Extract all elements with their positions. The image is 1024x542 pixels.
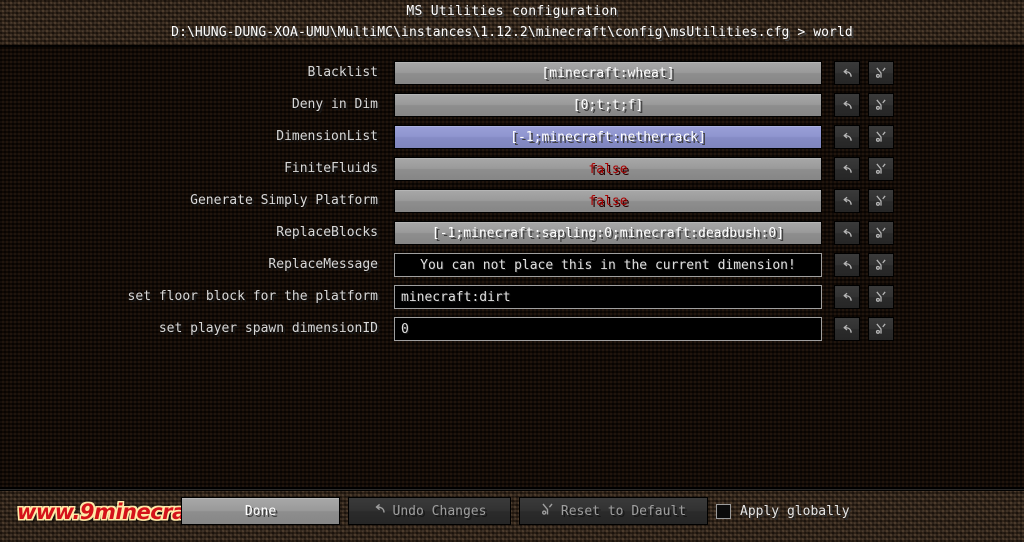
row-reset-button[interactable] xyxy=(868,317,894,341)
done-button-label: Done xyxy=(244,503,277,519)
config-entry-value-text: 0 xyxy=(401,321,409,337)
reset-default-icon xyxy=(541,503,554,520)
config-entry-value-button[interactable]: [0;t;t;f] xyxy=(394,93,822,117)
row-undo-button[interactable] xyxy=(834,93,860,117)
config-entry-value-text: minecraft:dirt xyxy=(401,289,511,305)
config-entry-row: set floor block for the platform minecraf… xyxy=(0,285,1024,309)
config-entry-label: set floor block for the platform xyxy=(127,289,378,304)
undo-arrow-icon xyxy=(841,164,853,175)
config-entry-row: Generate Simply Platform false xyxy=(0,189,1024,213)
config-entry-value-text: [minecraft:wheat] xyxy=(541,65,675,81)
undo-arrow-icon xyxy=(841,100,853,111)
config-entry-value-text: false xyxy=(588,193,628,209)
config-entry-row: ReplaceMessage You can not place this in … xyxy=(0,253,1024,277)
config-entry-value-button[interactable]: [minecraft:wheat] xyxy=(394,61,822,85)
row-undo-button[interactable] xyxy=(834,221,860,245)
config-entry-value-button[interactable]: false xyxy=(394,157,822,181)
undo-changes-label: Undo Changes xyxy=(392,503,487,519)
minecraft-config-screen: MS Utilities configuration D:\HUNG-DUNG-… xyxy=(0,0,1024,542)
row-reset-button[interactable] xyxy=(868,93,894,117)
reset-default-icon xyxy=(875,227,887,239)
config-entry-row: DimensionList [-1;minecraft:netherrack] xyxy=(0,125,1024,149)
config-entry-label: ReplaceBlocks xyxy=(276,225,378,240)
row-reset-button[interactable] xyxy=(868,253,894,277)
reset-default-icon xyxy=(875,291,887,303)
config-entry-list[interactable]: Blacklist [minecraft:wheat] Deny in Dim [0;… xyxy=(0,47,1024,489)
config-entry-value-input[interactable]: 0 xyxy=(394,317,822,341)
undo-arrow-icon xyxy=(841,324,853,335)
row-reset-button[interactable] xyxy=(868,125,894,149)
row-undo-button[interactable] xyxy=(834,285,860,309)
reset-default-icon xyxy=(875,163,887,175)
config-entry-value-text: [-1;minecraft:netherrack] xyxy=(510,129,706,145)
reset-to-default-label: Reset to Default xyxy=(560,503,687,519)
row-reset-button[interactable] xyxy=(868,157,894,181)
screen-header: MS Utilities configuration D:\HUNG-DUNG-… xyxy=(0,0,1024,47)
config-file-path: D:\HUNG-DUNG-XOA-UMU\MultiMC\instances\1… xyxy=(171,25,853,40)
config-entry-value-text: [-1;minecraft:sapling:0;minecraft:deadbu… xyxy=(431,225,785,241)
reset-to-default-button[interactable]: Reset to Default xyxy=(519,497,708,525)
reset-default-icon xyxy=(875,195,887,207)
undo-arrow-icon xyxy=(841,292,853,303)
row-reset-button[interactable] xyxy=(868,189,894,213)
row-undo-button[interactable] xyxy=(834,253,860,277)
apply-globally-control[interactable]: Apply globally xyxy=(716,500,850,522)
config-entry-label: Generate Simply Platform xyxy=(190,193,378,208)
reset-default-icon xyxy=(875,99,887,111)
config-entry-value-button[interactable]: [-1;minecraft:netherrack] xyxy=(394,125,822,149)
reset-default-icon xyxy=(875,259,887,271)
config-entry-row: set player spawn dimensionID 0 xyxy=(0,317,1024,341)
reset-default-icon xyxy=(875,131,887,143)
config-entry-value-text: You can not place this in the current di… xyxy=(420,257,796,273)
config-entry-label: FiniteFluids xyxy=(284,161,378,176)
undo-arrow-icon xyxy=(841,260,853,271)
undo-arrow-icon xyxy=(841,68,853,79)
config-entry-value-input[interactable]: You can not place this in the current di… xyxy=(394,253,822,277)
config-entry-label: DimensionList xyxy=(276,129,378,144)
config-entry-label: set player spawn dimensionID xyxy=(158,321,378,336)
done-button[interactable]: Done xyxy=(181,497,340,525)
row-undo-button[interactable] xyxy=(834,125,860,149)
undo-changes-button[interactable]: Undo Changes xyxy=(348,497,511,525)
row-undo-button[interactable] xyxy=(834,61,860,85)
config-entry-label: ReplaceMessage xyxy=(268,257,378,272)
apply-globally-checkbox[interactable] xyxy=(716,503,731,519)
config-entry-value-button[interactable]: [-1;minecraft:sapling:0;minecraft:deadbu… xyxy=(394,221,822,245)
row-reset-button[interactable] xyxy=(868,285,894,309)
undo-arrow-icon xyxy=(841,228,853,239)
undo-arrow-icon xyxy=(841,132,853,143)
config-entry-label: Deny in Dim xyxy=(291,97,378,112)
config-entry-row: FiniteFluids false xyxy=(0,157,1024,181)
reset-default-icon xyxy=(875,67,887,79)
apply-globally-label: Apply globally xyxy=(740,503,850,519)
undo-arrow-icon xyxy=(841,196,853,207)
config-entry-label: Blacklist xyxy=(307,65,378,80)
reset-default-icon xyxy=(875,323,887,335)
config-entry-row: ReplaceBlocks [-1;minecraft:sapling:0;min… xyxy=(0,221,1024,245)
config-entry-value-text: [0;t;t;f] xyxy=(572,97,644,113)
config-entry-value-input[interactable]: minecraft:dirt xyxy=(394,285,822,309)
row-reset-button[interactable] xyxy=(868,221,894,245)
config-entry-row: Blacklist [minecraft:wheat] xyxy=(0,61,1024,85)
row-undo-button[interactable] xyxy=(834,157,860,181)
config-entry-row: Deny in Dim [0;t;t;f] xyxy=(0,93,1024,117)
row-reset-button[interactable] xyxy=(868,61,894,85)
config-entry-value-button[interactable]: false xyxy=(394,189,822,213)
config-entry-value-text: false xyxy=(588,161,628,177)
undo-arrow-icon xyxy=(373,503,386,519)
page-title: MS Utilities configuration xyxy=(406,4,618,19)
row-undo-button[interactable] xyxy=(834,317,860,341)
row-undo-button[interactable] xyxy=(834,189,860,213)
